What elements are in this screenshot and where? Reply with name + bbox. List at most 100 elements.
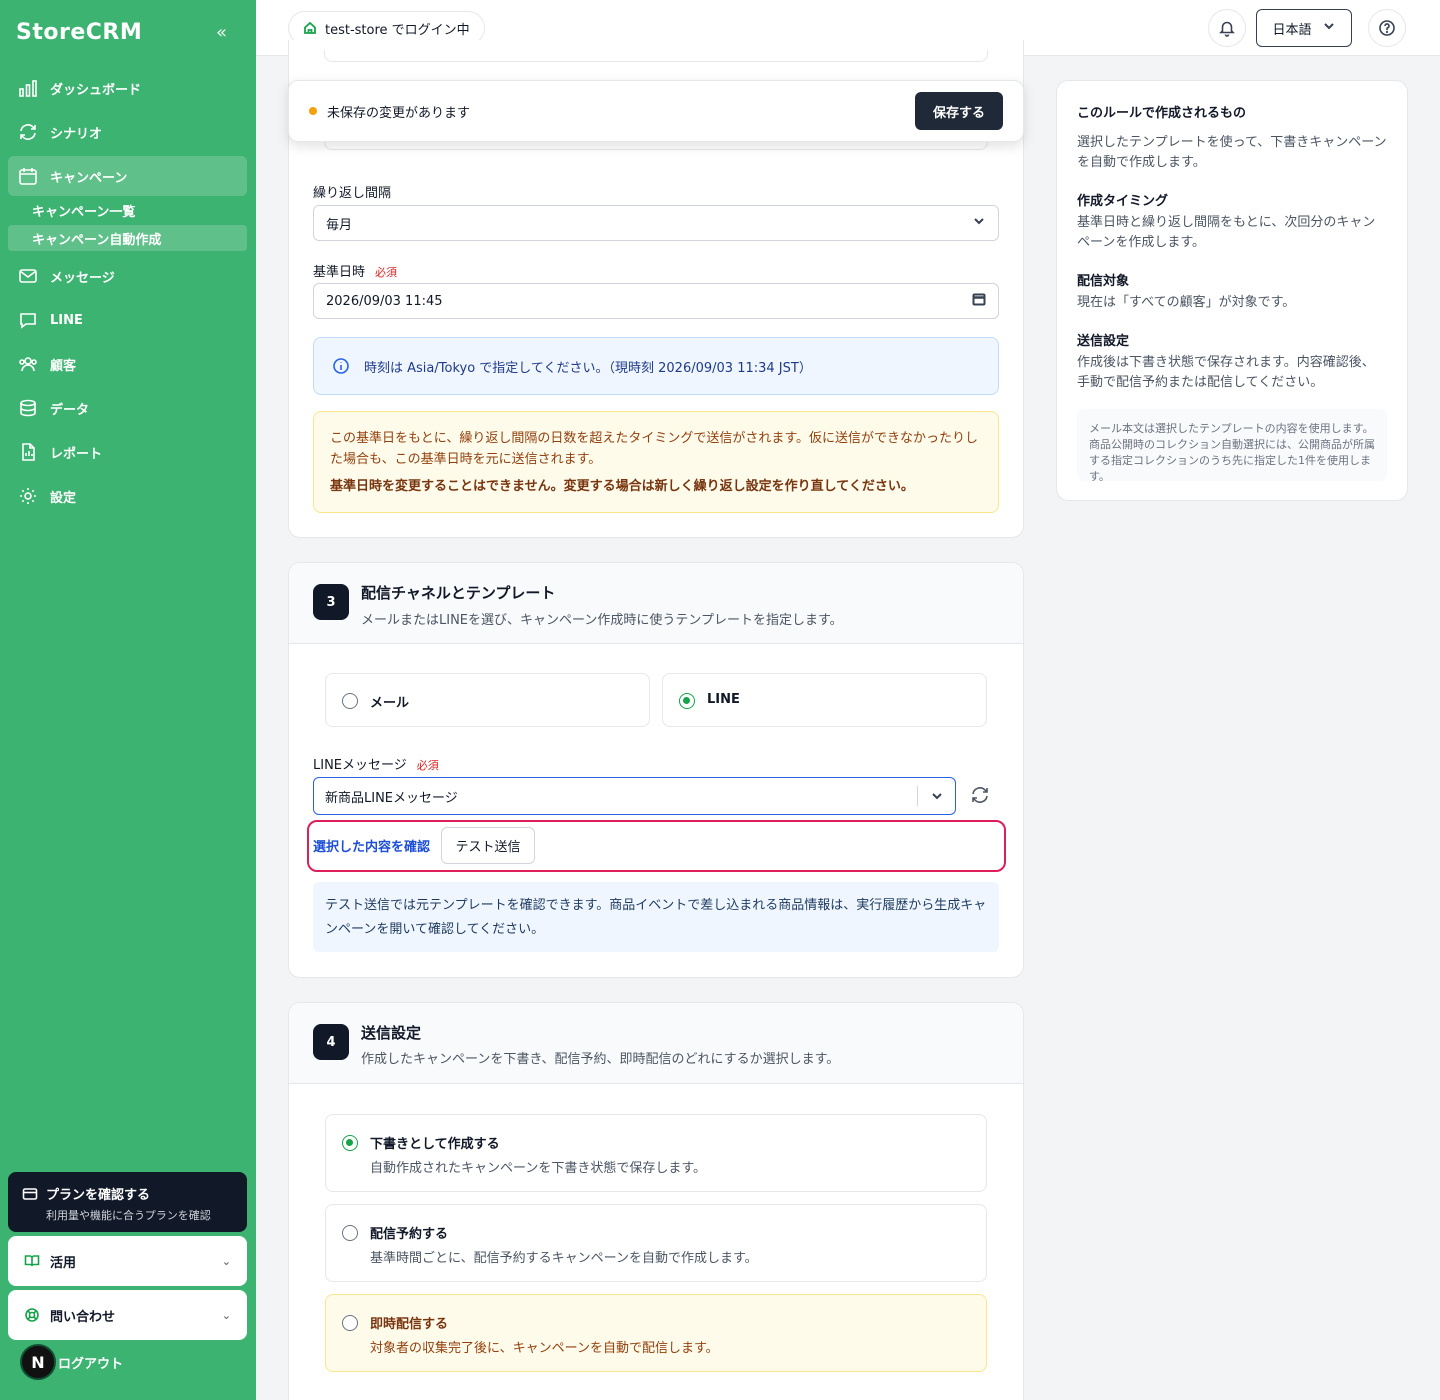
calendar-picker-icon[interactable]	[972, 292, 986, 310]
interval-value: 毎月	[326, 217, 353, 233]
language-value: 日本語	[1272, 22, 1312, 38]
home-icon	[304, 21, 316, 34]
unsaved-message: 未保存の変更があります	[327, 105, 471, 121]
refresh-icon	[972, 787, 988, 803]
sidebar-item-dashboard[interactable]: ダッシュボード	[8, 68, 247, 108]
save-button[interactable]: 保存する	[914, 92, 1003, 130]
users-icon	[19, 357, 37, 372]
document-icon	[22, 443, 35, 461]
panel-target-title: 配信対象	[1077, 274, 1130, 289]
accordion-usage[interactable]: 活用 ⌄	[8, 1236, 247, 1286]
sidebar-item-message[interactable]: メッセージ	[8, 256, 247, 296]
sidebar-subitem-campaign-list[interactable]: キャンペーン一覧	[8, 197, 247, 223]
line-message-select[interactable]: 新商品LINEメッセージ	[313, 777, 956, 815]
section-description: 作成したキャンペーンを下書き、配信予約、即時配信のどれにするか選択します。	[361, 1052, 840, 1067]
info-icon	[333, 358, 349, 374]
sidebar: StoreCRM « ダッシュボード シナリオ キャンペーン キャンペーン一覧 …	[0, 0, 256, 1400]
section-3-header: 3 配信チャネルとテンプレート メールまたはLINEを選び、キャンペーン作成時に…	[289, 563, 1023, 644]
sidebar-item-label: データ	[50, 402, 90, 418]
section-number: 4	[313, 1024, 349, 1060]
question-circle-icon	[1379, 20, 1395, 36]
select-divider	[917, 786, 918, 806]
sidebar-item-label: ダッシュボード	[50, 82, 142, 98]
panel-timing-text: 基準日時と繰り返し間隔をもとに、次回分のキャンペーンを作成します。	[1077, 215, 1376, 250]
chevron-down-icon	[972, 214, 986, 232]
refresh-templates-button[interactable]	[970, 785, 990, 809]
send-option-immediate[interactable]: 即時配信する 対象者の収集完了後に、キャンペーンを自動で配信します。	[325, 1294, 987, 1372]
option-title: 下書きとして作成する	[370, 1137, 500, 1152]
chevron-down-icon: ⌄	[221, 1308, 231, 1322]
collapse-sidebar-icon[interactable]: «	[216, 22, 227, 43]
refresh-cycle-icon	[20, 124, 36, 140]
send-option-schedule[interactable]: 配信予約する 基準時間ごとに、配信予約するキャンペーンを自動で作成します。	[325, 1204, 987, 1282]
base-datetime-label: 基準日時 必須	[313, 261, 397, 280]
base-datetime-value: 2026/09/03 11:45	[326, 293, 443, 309]
radio-button-selected[interactable]	[342, 1135, 358, 1151]
base-datetime-warning: この基準日をもとに、繰り返し間隔の日数を超えたタイミングで送信がされます。仮に送…	[313, 411, 999, 513]
radio-button-selected[interactable]	[679, 693, 695, 709]
logout-label: ログアウト	[58, 1356, 124, 1372]
section-title: 送信設定	[361, 1024, 422, 1042]
store-status-text: test-store でログイン中	[325, 22, 470, 38]
test-send-note: テスト送信では元テンプレートを確認できます。商品イベントで差し込まれる商品情報は…	[313, 882, 999, 952]
sidebar-item-campaign[interactable]: キャンペーン	[8, 156, 247, 196]
database-icon	[20, 399, 36, 417]
option-description: 自動作成されたキャンペーンを下書き状態で保存します。	[370, 1161, 707, 1176]
chat-bubble-icon	[20, 313, 36, 329]
option-title: 即時配信する	[370, 1317, 449, 1332]
option-title: 配信予約する	[370, 1227, 449, 1242]
line-message-label-text: LINEメッセージ	[313, 758, 407, 773]
test-send-button[interactable]: テスト送信	[441, 827, 535, 864]
confirm-selection-link[interactable]: 選択した内容を確認	[313, 836, 430, 855]
support-icon	[25, 1308, 39, 1322]
channel-option-line[interactable]: LINE	[662, 673, 987, 727]
warning-text: この基準日をもとに、繰り返し間隔の日数を超えたタイミングで送信がされます。仮に送…	[330, 431, 979, 467]
chevron-down-icon[interactable]	[930, 789, 944, 807]
interval-select[interactable]: 毎月	[313, 205, 999, 241]
sidebar-subitem-campaign-auto[interactable]: キャンペーン自動作成	[8, 225, 247, 251]
sidebar-item-data[interactable]: データ	[8, 388, 247, 428]
accordion-label: 活用	[50, 1255, 77, 1271]
sidebar-item-label: メッセージ	[50, 270, 115, 286]
language-select[interactable]: 日本語	[1256, 9, 1352, 47]
panel-timing-title: 作成タイミング	[1077, 194, 1169, 209]
sidebar-item-label: キャンペーン	[50, 170, 128, 186]
sidebar-item-report[interactable]: レポート	[8, 432, 247, 472]
bar-chart-icon	[19, 80, 37, 97]
radio-button[interactable]	[342, 693, 358, 709]
base-datetime-input[interactable]: 2026/09/03 11:45	[313, 283, 999, 319]
panel-note: メール本文は選択したテンプレートの内容を使用します。商品公開時のコレクション自動…	[1077, 409, 1387, 483]
radio-button[interactable]	[342, 1315, 358, 1331]
plan-card[interactable]: プランを確認する 利用量や機能に合うプランを確認	[8, 1172, 247, 1232]
avatar: N	[20, 1344, 56, 1380]
book-open-icon	[24, 1255, 40, 1267]
logout-button[interactable]: N ログアウト	[20, 1344, 123, 1380]
option-description: 対象者の収集完了後に、キャンペーンを自動で配信します。	[370, 1341, 719, 1356]
warning-bold-text: 基準日時を変更することはできません。変更する場合は新しく繰り返し設定を作り直して…	[330, 479, 914, 494]
plan-title: プランを確認する	[46, 1188, 151, 1203]
base-datetime-label-text: 基準日時	[313, 265, 366, 280]
sidebar-item-settings[interactable]: 設定	[8, 476, 247, 516]
sidebar-item-label: LINE	[50, 312, 83, 328]
channel-option-mail[interactable]: メール	[325, 673, 650, 727]
notification-button[interactable]	[1208, 9, 1246, 47]
timezone-info: 時刻は Asia/Tokyo で指定してください。（現時刻 2026/09/03…	[313, 337, 999, 395]
line-message-value: 新商品LINEメッセージ	[325, 790, 458, 806]
radio-button[interactable]	[342, 1225, 358, 1241]
unsaved-changes-bar: 未保存の変更があります 保存する	[288, 80, 1024, 142]
calendar-icon	[19, 168, 37, 185]
panel-target-text: 現在は「すべての顧客」が対象です。	[1077, 295, 1296, 310]
help-button[interactable]	[1368, 9, 1406, 47]
sidebar-item-scenario[interactable]: シナリオ	[8, 112, 247, 152]
accordion-contact[interactable]: 問い合わせ ⌄	[8, 1290, 247, 1340]
sidebar-item-line[interactable]: LINE	[8, 300, 247, 340]
accordion-label: 問い合わせ	[50, 1309, 116, 1325]
chevron-down-icon	[1322, 19, 1336, 37]
credit-card-icon	[22, 1187, 38, 1200]
send-option-draft[interactable]: 下書きとして作成する 自動作成されたキャンペーンを下書き状態で保存します。	[325, 1114, 987, 1192]
panel-send-title: 送信設定	[1077, 334, 1130, 349]
option-description: 基準時間ごとに、配信予約するキャンペーンを自動で作成します。	[370, 1251, 758, 1266]
brand-logo: StoreCRM	[16, 20, 143, 45]
sidebar-item-customers[interactable]: 顧客	[8, 344, 247, 384]
panel-send-text: 作成後は下書き状態で保存されます。内容確認後、手動で配信予約または配信してくださ…	[1077, 355, 1375, 390]
